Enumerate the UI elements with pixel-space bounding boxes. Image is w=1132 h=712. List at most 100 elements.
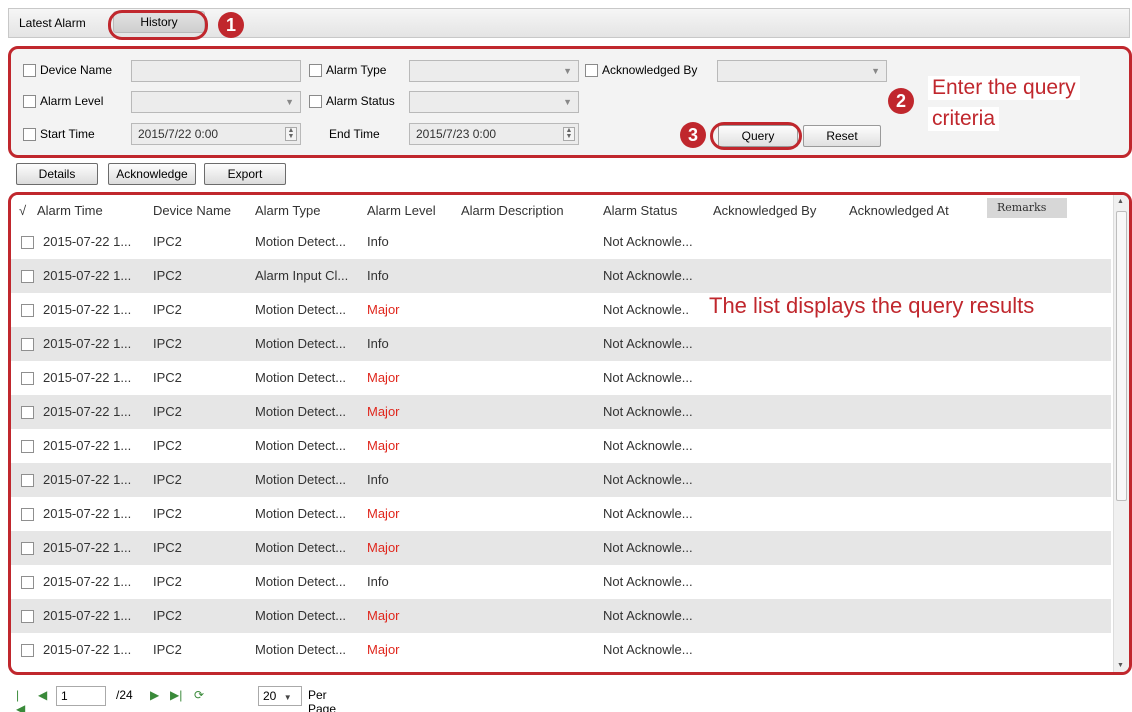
- row-checkbox[interactable]: [21, 372, 34, 385]
- cell-alarm-status: Not Acknowle...: [603, 438, 693, 453]
- next-page-icon[interactable]: ▶: [150, 688, 159, 702]
- cell-alarm-time: 2015-07-22 1...: [43, 438, 132, 453]
- alarm-status-checkbox[interactable]: [309, 94, 322, 108]
- row-checkbox[interactable]: [21, 440, 34, 453]
- cell-alarm-level: Info: [367, 336, 389, 351]
- table-row[interactable]: 2015-07-22 1... IPC2 Motion Detect... Info N…: [11, 327, 1111, 361]
- table-row[interactable]: 2015-07-22 1... IPC2 Motion Detect... Major…: [11, 599, 1111, 633]
- tab-latest-alarm[interactable]: Latest Alarm: [19, 16, 86, 30]
- cell-alarm-type: Alarm Input Cl...: [255, 268, 349, 283]
- export-button[interactable]: Export: [204, 163, 286, 185]
- table-row[interactable]: 2015-07-22 1... IPC2 Motion Detect... Info N…: [11, 463, 1111, 497]
- acknowledged-by-select[interactable]: ▼: [717, 60, 887, 82]
- cell-device-name: IPC2: [153, 472, 182, 487]
- scroll-up-icon[interactable]: ▲: [1117, 198, 1124, 205]
- col-alarm-type[interactable]: Alarm Type: [255, 203, 321, 218]
- query-criteria-annotation-line1: Enter the query: [928, 76, 1080, 100]
- table-row[interactable]: 2015-07-22 1... IPC2 Motion Detect... Major…: [11, 361, 1111, 395]
- cell-alarm-level: Info: [367, 574, 389, 589]
- row-checkbox[interactable]: [21, 542, 34, 555]
- device-name-filter[interactable]: Device Name: [23, 63, 112, 77]
- table-row[interactable]: 2015-07-22 1... IPC2 Motion Detect... Major…: [11, 531, 1111, 565]
- cell-alarm-type: Motion Detect...: [255, 370, 347, 385]
- row-checkbox[interactable]: [21, 338, 34, 351]
- start-time-label: Start Time: [40, 127, 95, 141]
- row-checkbox[interactable]: [21, 270, 34, 283]
- cell-alarm-type: Motion Detect...: [255, 302, 347, 317]
- start-time-checkbox[interactable]: [23, 127, 36, 141]
- first-page-icon[interactable]: |◀: [16, 688, 25, 712]
- page-number-input[interactable]: 1: [56, 686, 106, 706]
- device-name-checkbox[interactable]: [23, 63, 36, 77]
- start-time-filter[interactable]: Start Time: [23, 127, 95, 141]
- row-checkbox[interactable]: [21, 508, 34, 521]
- acknowledged-by-label: Acknowledged By: [602, 63, 698, 77]
- per-page-select[interactable]: 20 ▼: [258, 686, 302, 706]
- col-alarm-time[interactable]: Alarm Time: [37, 203, 103, 218]
- row-checkbox[interactable]: [21, 644, 34, 657]
- col-alarm-status[interactable]: Alarm Status: [603, 203, 677, 218]
- alarm-level-filter[interactable]: Alarm Level: [23, 94, 103, 108]
- acknowledged-by-checkbox[interactable]: [585, 63, 598, 77]
- col-acknowledged-at[interactable]: Acknowledged At: [849, 203, 949, 218]
- col-alarm-description[interactable]: Alarm Description: [461, 203, 564, 218]
- alarm-type-filter[interactable]: Alarm Type: [309, 63, 386, 77]
- cell-alarm-level: Major: [367, 404, 400, 419]
- table-row[interactable]: 2015-07-22 1... IPC2 Motion Detect... Major…: [11, 395, 1111, 429]
- details-button[interactable]: Details: [16, 163, 98, 185]
- col-acknowledged-by[interactable]: Acknowledged By: [713, 203, 816, 218]
- row-checkbox[interactable]: [21, 474, 34, 487]
- cell-alarm-time: 2015-07-22 1...: [43, 404, 132, 419]
- table-row[interactable]: 2015-07-22 1... IPC2 Motion Detect... Info N…: [11, 225, 1111, 259]
- row-checkbox[interactable]: [21, 576, 34, 589]
- col-remarks[interactable]: Remarks: [987, 198, 1067, 218]
- end-time-input[interactable]: 2015/7/23 0:00 ▲ ▼: [409, 123, 579, 145]
- table-header: √ Alarm Time Device Name Alarm Type Alar…: [11, 195, 1111, 225]
- cell-alarm-type: Motion Detect...: [255, 336, 347, 351]
- table-row[interactable]: 2015-07-22 1... IPC2 Motion Detect... Major…: [11, 497, 1111, 531]
- alarm-level-checkbox[interactable]: [23, 94, 36, 108]
- page-total: /24: [116, 688, 133, 702]
- vertical-scrollbar[interactable]: ▲ ▼: [1113, 195, 1129, 672]
- refresh-icon[interactable]: ⟳: [194, 688, 204, 702]
- alarm-type-select[interactable]: ▼: [409, 60, 579, 82]
- previous-page-icon[interactable]: ◀: [38, 688, 47, 702]
- table-row[interactable]: 2015-07-22 1... IPC2 Alarm Input Cl... Info…: [11, 259, 1111, 293]
- cell-alarm-type: Motion Detect...: [255, 540, 347, 555]
- acknowledged-by-filter[interactable]: Acknowledged By: [585, 63, 697, 77]
- chevron-down-icon: ▼: [563, 66, 572, 76]
- spinner-icon[interactable]: ▲ ▼: [285, 127, 297, 141]
- cell-alarm-level: Major: [367, 438, 400, 453]
- alarm-status-select[interactable]: ▼: [409, 91, 579, 113]
- callout-badge-2: 2: [888, 88, 914, 114]
- per-page-value: 20: [263, 689, 277, 703]
- row-checkbox[interactable]: [21, 406, 34, 419]
- cell-alarm-type: Motion Detect...: [255, 608, 347, 623]
- device-name-input[interactable]: [131, 60, 301, 82]
- row-checkbox[interactable]: [21, 304, 34, 317]
- callout-badge-3: 3: [680, 122, 706, 148]
- col-device-name[interactable]: Device Name: [153, 203, 231, 218]
- cell-alarm-time: 2015-07-22 1...: [43, 506, 132, 521]
- spinner-icon[interactable]: ▲ ▼: [563, 127, 575, 141]
- reset-button[interactable]: Reset: [803, 125, 881, 147]
- row-checkbox[interactable]: [21, 236, 34, 249]
- cell-device-name: IPC2: [153, 302, 182, 317]
- alarm-results-list: √ Alarm Time Device Name Alarm Type Alar…: [8, 192, 1132, 675]
- alarm-type-checkbox[interactable]: [309, 63, 322, 77]
- alarm-level-select[interactable]: ▼: [131, 91, 301, 113]
- scrollbar-thumb[interactable]: [1116, 211, 1127, 501]
- acknowledge-button[interactable]: Acknowledge: [108, 163, 196, 185]
- scroll-down-icon[interactable]: ▼: [1117, 662, 1124, 669]
- row-checkbox[interactable]: [21, 610, 34, 623]
- select-all-header[interactable]: √: [19, 203, 26, 218]
- col-alarm-level[interactable]: Alarm Level: [367, 203, 436, 218]
- last-page-icon[interactable]: ▶|: [170, 688, 182, 702]
- cell-alarm-time: 2015-07-22 1...: [43, 370, 132, 385]
- start-time-input[interactable]: 2015/7/22 0:00 ▲ ▼: [131, 123, 301, 145]
- table-row[interactable]: 2015-07-22 1... IPC2 Motion Detect... Major…: [11, 429, 1111, 463]
- table-row[interactable]: 2015-07-22 1... IPC2 Motion Detect... Info N…: [11, 565, 1111, 599]
- cell-alarm-status: Not Acknowle...: [603, 506, 693, 521]
- alarm-status-filter[interactable]: Alarm Status: [309, 94, 395, 108]
- table-row[interactable]: 2015-07-22 1... IPC2 Motion Detect... Major…: [11, 633, 1111, 667]
